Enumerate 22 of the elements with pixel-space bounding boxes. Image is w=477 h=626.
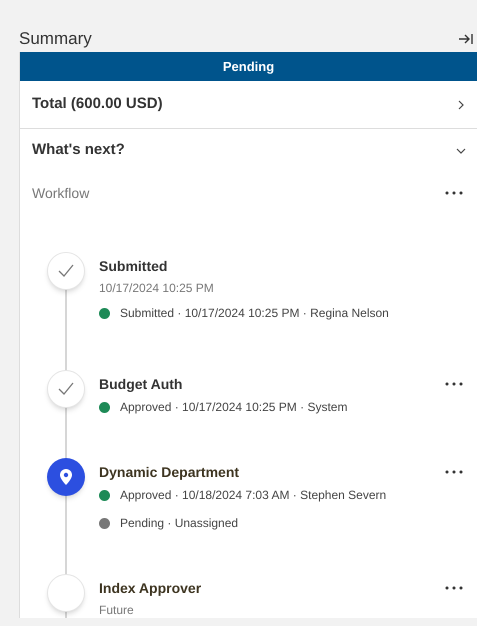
section-header[interactable]: Total (600.00 USD) xyxy=(20,81,477,129)
status-banner: Pending xyxy=(20,52,477,81)
step-event-text: Submitted · 10/17/2024 10:25 PM · Regina Nelson xyxy=(120,305,389,322)
more-options-icon[interactable] xyxy=(445,470,463,474)
section-title: Total (600.00 USD) xyxy=(32,94,163,114)
step-title: Budget Auth xyxy=(99,374,182,394)
summary-title: Summary xyxy=(19,28,92,50)
more-options-icon[interactable] xyxy=(445,191,463,195)
step-title: Dynamic Department xyxy=(99,462,240,482)
section-header[interactable]: What's next? xyxy=(20,129,477,172)
step-date: Future xyxy=(99,602,135,618)
collapse-panel-icon[interactable] xyxy=(458,31,474,47)
step-event-text: Approved · 10/17/2024 10:25 PM · System xyxy=(120,399,348,416)
more-options-icon[interactable] xyxy=(445,382,463,386)
step-event-text: Pending · Unassigned xyxy=(120,515,238,532)
step-title: Submitted xyxy=(99,256,168,276)
more-options-icon[interactable] xyxy=(445,586,463,590)
workflow-label: Workflow xyxy=(32,184,90,202)
step-date: 10/17/2024 10:25 PM xyxy=(99,280,215,297)
step-event-text: Approved · 10/18/2024 7:03 AM · Stephen Severn xyxy=(120,487,386,504)
step-title: Index Approver xyxy=(99,578,202,598)
section-title: What's next? xyxy=(32,140,125,160)
